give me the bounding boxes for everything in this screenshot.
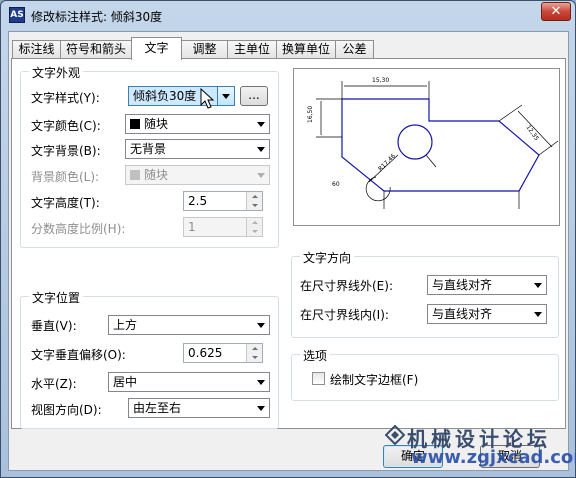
text-style-label: 文字样式(Y):: [31, 91, 100, 105]
watermark-url: www.zgjxcad.com: [411, 447, 576, 468]
horizontal-select[interactable]: 居中: [108, 372, 270, 392]
text-appearance-group: 文字外观 文字样式(Y): 倾斜负30度 ... 文字颜色(C): 随块 文字背…: [20, 64, 279, 248]
vertical-label: 垂直(V):: [31, 319, 77, 333]
text-placement-group: 文字位置 垂直(V): 上方 文字垂直偏移(O): 0.625 水平(Z): 居…: [20, 289, 279, 429]
chevron-down-icon: [534, 312, 542, 317]
text-style-select[interactable]: 倾斜负30度: [128, 86, 235, 106]
title-bar[interactable]: AS 修改标注样式: 倾斜30度 ✕: [1, 1, 575, 31]
outside-alignment-value: 与直线对齐: [432, 278, 493, 292]
fill-color-select[interactable]: 随块: [125, 165, 270, 185]
offset-value: 0.625: [188, 346, 223, 360]
view-direction-value: 由左至右: [133, 401, 182, 415]
text-height-input[interactable]: 2.5: [183, 191, 263, 211]
text-color-value: 随块: [144, 117, 169, 131]
frame-text-label[interactable]: 绘制文字边框(F): [330, 371, 418, 388]
spinner-buttons[interactable]: [246, 344, 262, 362]
tab-symbols-arrows[interactable]: 符号和箭头: [60, 40, 132, 59]
tab-tolerances[interactable]: 公差: [335, 40, 374, 59]
chevron-down-icon: [534, 283, 542, 288]
chevron-down-icon: [257, 147, 265, 152]
outside-label: 在尺寸界线外(E):: [300, 279, 393, 293]
text-color-label: 文字颜色(C):: [31, 119, 101, 133]
group-title: 选项: [300, 347, 331, 364]
group-title: 文字位置: [29, 289, 84, 306]
dialog-client: 标注线 符号和箭头 文字 调整 主单位 换算单位 公差 文字外观 文字样式(Y)…: [8, 31, 569, 471]
preview-dim-left: 16,50: [307, 106, 314, 123]
inside-label: 在尺寸界线内(I):: [300, 308, 389, 322]
tab-text[interactable]: 文字: [131, 37, 182, 60]
mouse-cursor-icon: [200, 88, 215, 109]
fraction-scale-label: 分数高度比例(H):: [31, 222, 126, 236]
dimension-preview: 15,30 16,50 12,35 R17,46 60: [293, 68, 560, 226]
window-title: 修改标注样式: 倾斜30度: [31, 10, 163, 24]
diamond-logo-icon: [385, 425, 405, 445]
fill-color-value: 随块: [144, 168, 169, 182]
vertical-value: 上方: [113, 318, 138, 332]
fill-color-label: 背景颜色(L):: [31, 170, 100, 184]
spin-down-icon[interactable]: [246, 353, 262, 362]
chevron-down-icon: [257, 122, 265, 127]
tab-fit[interactable]: 调整: [181, 40, 228, 59]
horizontal-value: 居中: [113, 375, 138, 389]
outside-alignment-select[interactable]: 与直线对齐: [427, 275, 547, 295]
fraction-scale-value: 1: [188, 220, 196, 234]
dropdown-button[interactable]: [217, 87, 234, 105]
chevron-down-icon: [257, 323, 265, 328]
vertical-select[interactable]: 上方: [108, 315, 270, 335]
text-style-value: 倾斜负30度: [133, 89, 197, 103]
chevron-down-icon: [257, 173, 265, 178]
preview-dim-bottom: 60: [332, 181, 340, 188]
preview-dim-right: 12,35: [524, 124, 540, 142]
text-fill-value: 无背景: [130, 142, 167, 156]
spin-up-icon[interactable]: [246, 218, 262, 227]
tab-primary-units[interactable]: 主单位: [227, 40, 277, 59]
spinner-buttons[interactable]: [246, 192, 262, 210]
frame-text-checkbox[interactable]: [312, 372, 325, 385]
chevron-down-icon: [257, 380, 265, 385]
group-title: 文字方向: [300, 249, 355, 266]
preview-drawing: 15,30 16,50 12,35 R17,46 60: [307, 77, 559, 209]
spin-down-icon[interactable]: [246, 201, 262, 210]
watermark: 机械设计论坛 www.zgjxcad.com: [381, 421, 576, 475]
preview-dim-top: 15,30: [372, 77, 389, 84]
spin-down-icon[interactable]: [246, 227, 262, 236]
offset-label: 文字垂直偏移(O):: [31, 348, 126, 362]
options-group: 选项 绘制文字边框(F): [291, 347, 559, 401]
chevron-down-icon: [257, 406, 265, 411]
fraction-scale-input[interactable]: 1: [183, 217, 263, 237]
text-alignment-group: 文字方向 在尺寸界线外(E): 与直线对齐 在尺寸界线内(I): 与直线对齐: [291, 249, 559, 338]
text-fill-select[interactable]: 无背景: [125, 139, 270, 159]
app-icon: AS: [9, 7, 25, 23]
horizontal-label: 水平(Z):: [31, 377, 77, 391]
chevron-down-icon: [222, 94, 230, 99]
view-direction-label: 视图方向(D):: [31, 403, 102, 417]
text-height-label: 文字高度(T):: [31, 196, 100, 210]
close-button[interactable]: ✕: [541, 2, 571, 21]
inside-alignment-value: 与直线对齐: [432, 307, 493, 321]
spin-up-icon[interactable]: [246, 192, 262, 201]
color-swatch-icon: [130, 170, 140, 180]
preview-dim-radius: R17,46: [377, 152, 397, 172]
text-color-select[interactable]: 随块: [125, 114, 270, 134]
spin-up-icon[interactable]: [246, 344, 262, 353]
dialog-window: AS 修改标注样式: 倾斜30度 ✕ 标注线 符号和箭头 文字 调整 主单位 换…: [0, 0, 576, 478]
spinner-buttons[interactable]: [246, 218, 262, 236]
inside-alignment-select[interactable]: 与直线对齐: [427, 304, 547, 324]
text-height-value: 2.5: [188, 194, 208, 208]
group-title: 文字外观: [29, 64, 84, 81]
color-swatch-icon: [130, 119, 140, 129]
tab-alternate-units[interactable]: 换算单位: [276, 40, 336, 59]
tab-dim-lines[interactable]: 标注线: [12, 40, 61, 59]
text-fill-label: 文字背景(B):: [31, 144, 101, 158]
view-direction-select[interactable]: 由左至右: [128, 398, 270, 418]
text-style-browse-button[interactable]: ...: [240, 86, 268, 106]
offset-input[interactable]: 0.625: [183, 343, 263, 363]
tab-page-text: 文字外观 文字样式(Y): 倾斜负30度 ... 文字颜色(C): 随块 文字背…: [11, 58, 566, 429]
